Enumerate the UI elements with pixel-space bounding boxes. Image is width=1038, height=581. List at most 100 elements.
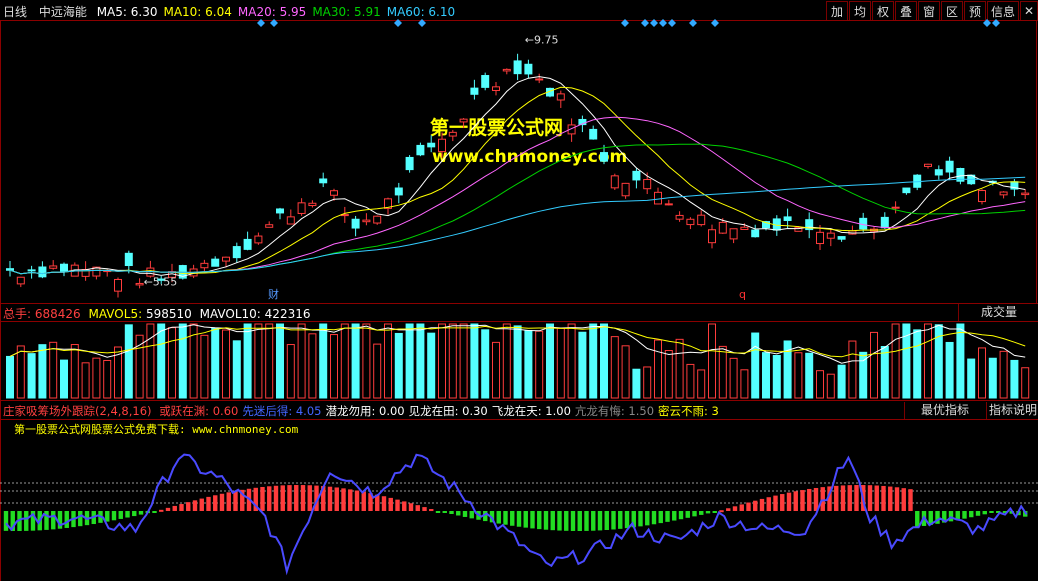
indicator-histogram-bar (273, 485, 279, 511)
candle-body (686, 218, 695, 226)
indicator-histogram-bar (186, 502, 191, 511)
candle-body (470, 87, 479, 95)
volume-bar (243, 323, 252, 399)
candle-body (880, 216, 889, 229)
indicator-histogram-bar (408, 503, 414, 511)
indicator-histogram-bar (739, 504, 744, 511)
indicator-histogram-bar (564, 511, 569, 531)
candle-body (621, 182, 630, 197)
ma-line-ma10 (9, 86, 1026, 275)
indicator-histogram-bar (624, 511, 630, 529)
indicator-histogram-bar (773, 495, 778, 511)
indicator-histogram-bar (213, 495, 218, 511)
indicator-histogram-bar (199, 498, 204, 511)
volume-bar (686, 363, 695, 399)
candle-body (200, 262, 209, 269)
indicator-histogram-bar (732, 506, 738, 511)
indicator-histogram-bar (705, 511, 711, 514)
indicator-histogram-bar (294, 485, 299, 511)
ma-line-ma60 (9, 176, 1026, 275)
candle-body (902, 187, 911, 194)
volume-bar (1010, 359, 1019, 399)
indicator-histogram-bar (786, 492, 792, 511)
volume-bar (211, 327, 220, 399)
candle-body (978, 190, 986, 203)
candle-body (502, 68, 511, 72)
volume-bar (988, 357, 997, 399)
indicator-histogram-bar (604, 511, 609, 531)
volume-bar (664, 350, 673, 399)
indicator-histogram-bar (867, 485, 873, 511)
volume-bar (81, 362, 90, 399)
high-price-label: ←9.75 (525, 33, 559, 46)
indicator-histogram-bar (834, 485, 839, 511)
indicator-histogram-bar (341, 488, 346, 511)
candle-body (524, 63, 533, 75)
candle-body (243, 238, 252, 250)
candle-body (308, 202, 317, 207)
volume-bar (276, 323, 284, 399)
candle-body (492, 86, 500, 91)
candle-body (16, 276, 25, 285)
volume-bar (816, 370, 824, 399)
volume-bar (708, 323, 716, 399)
volume-bar (546, 323, 554, 399)
indicator-histogram-bar (510, 511, 515, 526)
candle-body (826, 232, 835, 239)
indicator-histogram-bar (948, 511, 954, 522)
indicator-histogram-bar (51, 511, 56, 530)
candle-body (556, 93, 565, 101)
indicator-histogram-bar (759, 498, 765, 511)
indicator-histogram-bar (638, 511, 643, 527)
indicator-histogram-bar (719, 510, 724, 513)
indicator-histogram-bar (435, 511, 441, 513)
candle-body (351, 218, 360, 229)
candle-body (286, 216, 295, 225)
indicator-histogram-bar (402, 501, 407, 511)
indicator-histogram-bar (658, 511, 663, 524)
indicator-histogram-bar (793, 491, 798, 511)
indicator-histogram-bar (584, 511, 589, 531)
volume-bar (470, 323, 479, 399)
indicator-histogram-bar (354, 490, 360, 511)
volume-bar (308, 333, 317, 399)
indicator-histogram-bar (125, 511, 130, 518)
volume-bar (1021, 367, 1030, 399)
volume-bar (621, 345, 630, 399)
volume-bar (6, 355, 14, 399)
volume-bar (729, 357, 738, 399)
indicator-histogram-bar (591, 511, 596, 531)
volume-bar (427, 332, 436, 399)
indicator-histogram-bar (138, 511, 144, 515)
indicator-histogram-bar (307, 485, 312, 511)
low-price-label: ←5.55 (144, 276, 178, 289)
candle-body (276, 208, 284, 214)
indicator-histogram-bar (800, 490, 805, 511)
indicator-histogram-bar (111, 511, 117, 521)
candle-body (535, 78, 544, 81)
indicator-histogram-bar (780, 494, 785, 511)
volume-bar (16, 345, 25, 399)
volume-bar (200, 334, 209, 399)
indicator-histogram-bar (24, 511, 29, 531)
indicator-histogram-bar (888, 486, 893, 511)
indicator-histogram-bar (152, 511, 157, 513)
indicator-histogram-bar (618, 511, 623, 529)
volume-bar (999, 350, 1008, 399)
candle-body (38, 266, 47, 278)
volume-bar (438, 323, 446, 399)
indicator-histogram-bar (267, 486, 272, 511)
candle-body (654, 191, 662, 205)
candle-body (394, 187, 403, 196)
volume-bar (675, 338, 684, 399)
indicator-histogram-bar (280, 485, 285, 511)
candle-body (783, 216, 792, 222)
indicator-histogram-bar (543, 511, 549, 530)
indicator-histogram-bar (334, 487, 339, 511)
finance-marker: 财 (268, 287, 279, 301)
candle-body (27, 269, 36, 272)
ma-line-ma20 (9, 116, 1026, 275)
chart-canvas[interactable]: ←9.75 ←5.55 财 q (0, 0, 1038, 581)
indicator-histogram-bar (915, 511, 920, 527)
volume-bar (805, 352, 814, 399)
